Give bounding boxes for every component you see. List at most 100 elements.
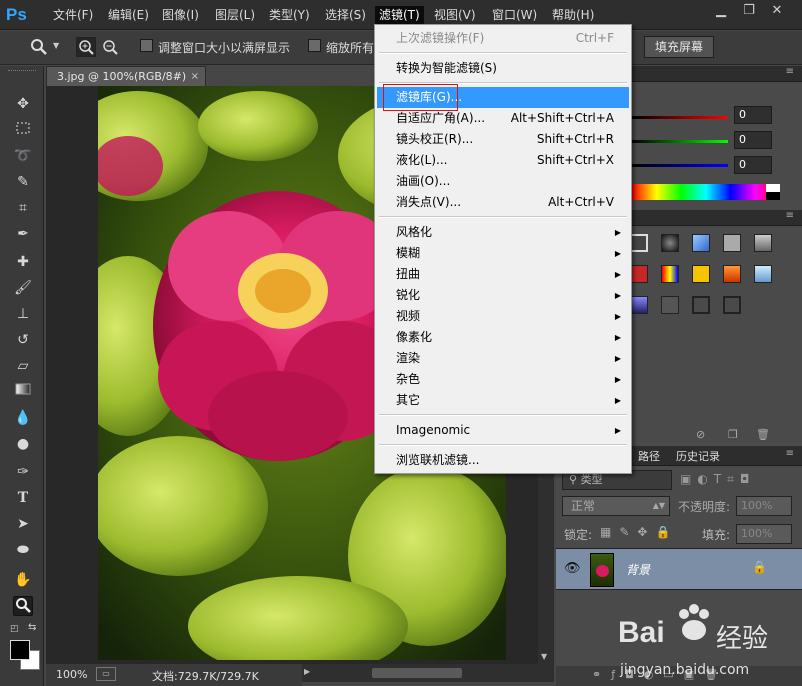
- move-tool-icon[interactable]: ✥: [13, 94, 33, 114]
- healing-brush-tool-icon[interactable]: ✚: [13, 252, 33, 272]
- layer-row-background[interactable]: 👁 背景 🔒: [556, 548, 802, 590]
- menu-file[interactable]: 文件(F): [49, 6, 97, 24]
- menu-image[interactable]: 图像(I): [158, 6, 203, 24]
- quick-selection-tool-icon[interactable]: ✎: [13, 172, 33, 192]
- tab-paths[interactable]: 路径: [638, 448, 660, 464]
- menu-item-liquify[interactable]: 液化(L)... Shift+Ctrl+X: [377, 150, 629, 171]
- color-spectrum-bar[interactable]: [632, 184, 780, 200]
- style-swatch[interactable]: [692, 296, 710, 314]
- menu-filter[interactable]: 滤镜(T): [375, 6, 424, 24]
- blue-value-field[interactable]: 0: [734, 156, 772, 174]
- zoom-all-checkbox[interactable]: [308, 39, 321, 52]
- scroll-thumb[interactable]: [372, 668, 462, 678]
- close-window-button[interactable]: ✕: [766, 2, 788, 20]
- menu-item-convert-smart-filter[interactable]: 转换为智能滤镜(S): [377, 58, 629, 79]
- green-value-field[interactable]: 0: [734, 131, 772, 149]
- style-swatch[interactable]: [723, 234, 741, 252]
- menu-layer[interactable]: 图层(L): [211, 6, 259, 24]
- blend-mode-select[interactable]: 正常 ▲▼: [562, 496, 670, 516]
- menu-type[interactable]: 类型(Y): [265, 6, 314, 24]
- menu-item-stylize[interactable]: 风格化 ▶: [377, 222, 629, 243]
- style-swatch[interactable]: [630, 234, 648, 252]
- panel-menu-icon[interactable]: ≡: [786, 66, 794, 77]
- zoom-out-icon[interactable]: [101, 38, 121, 58]
- scroll-right-icon[interactable]: ▶: [304, 667, 310, 676]
- styles-panel-menu-icon[interactable]: ≡: [786, 210, 794, 221]
- blue-slider[interactable]: [632, 164, 728, 167]
- clear-style-icon[interactable]: ⊘: [696, 428, 705, 441]
- minimize-button[interactable]: ▁: [710, 2, 732, 20]
- menu-item-distort[interactable]: 扭曲 ▶: [377, 264, 629, 285]
- style-swatch[interactable]: [630, 265, 648, 283]
- shape-tool-icon[interactable]: ⬬: [13, 540, 33, 560]
- menu-item-lens-correction[interactable]: 镜头校正(R)... Shift+Ctrl+R: [377, 129, 629, 150]
- blur-tool-icon[interactable]: 💧: [13, 408, 33, 428]
- menu-item-other[interactable]: 其它 ▶: [377, 390, 629, 411]
- menu-item-sharpen[interactable]: 锐化 ▶: [377, 285, 629, 306]
- foreground-color-swatch[interactable]: [10, 640, 30, 660]
- hand-tool-icon[interactable]: ✋: [13, 570, 33, 590]
- menu-view[interactable]: 视图(V): [430, 6, 480, 24]
- menu-item-video[interactable]: 视频 ▶: [377, 306, 629, 327]
- eyedropper-tool-icon[interactable]: ✒: [13, 224, 33, 244]
- zoom-level[interactable]: 100%: [56, 668, 87, 681]
- crop-tool-icon[interactable]: ⌗: [13, 198, 33, 218]
- default-colors-icon[interactable]: ◰: [10, 624, 19, 634]
- lock-icons[interactable]: ▦✎✥🔒: [600, 525, 678, 539]
- gradient-tool-icon[interactable]: [13, 382, 33, 402]
- style-swatch[interactable]: [661, 234, 679, 252]
- spectrum-black[interactable]: [766, 192, 780, 200]
- new-style-icon[interactable]: ❐: [728, 428, 738, 441]
- menu-item-noise[interactable]: 杂色 ▶: [377, 369, 629, 390]
- lasso-tool-icon[interactable]: ➰: [13, 146, 33, 166]
- marquee-tool-icon[interactable]: [13, 120, 33, 140]
- style-swatch[interactable]: [661, 265, 679, 283]
- menu-select[interactable]: 选择(S): [321, 6, 370, 24]
- tool-preset-chevron-icon[interactable]: ▼: [53, 41, 59, 50]
- status-export-icon[interactable]: ▭: [96, 667, 116, 681]
- opacity-field[interactable]: 100%: [736, 496, 792, 516]
- layer-filter-icons[interactable]: ▣◐T⌗◘: [680, 472, 755, 487]
- menu-item-render[interactable]: 渲染 ▶: [377, 348, 629, 369]
- brush-tool-icon[interactable]: 🖌: [13, 278, 33, 298]
- style-swatch[interactable]: [692, 265, 710, 283]
- fill-field[interactable]: 100%: [736, 524, 792, 544]
- restore-button[interactable]: ❐: [738, 2, 760, 20]
- dodge-tool-icon[interactable]: ●: [13, 434, 33, 454]
- style-swatch[interactable]: [754, 234, 772, 252]
- menu-help[interactable]: 帮助(H): [548, 6, 598, 24]
- red-slider[interactable]: [632, 116, 728, 119]
- style-swatch[interactable]: [692, 234, 710, 252]
- fill-screen-button[interactable]: 填充屏幕: [644, 36, 715, 58]
- menu-window[interactable]: 窗口(W): [488, 6, 541, 24]
- delete-style-icon[interactable]: 🗑: [756, 428, 770, 441]
- spectrum-white[interactable]: [766, 184, 780, 192]
- vertical-scrollbar[interactable]: ▼: [538, 468, 554, 664]
- style-swatch[interactable]: [723, 296, 741, 314]
- menu-item-vanishing-point[interactable]: 消失点(V)... Alt+Ctrl+V: [377, 192, 629, 213]
- menu-item-imagenomic[interactable]: Imagenomic ▶: [377, 420, 629, 441]
- layer-name[interactable]: 背景: [626, 561, 650, 578]
- zoom-in-icon[interactable]: [76, 37, 96, 57]
- path-selection-tool-icon[interactable]: ➤: [13, 514, 33, 534]
- visibility-eye-icon[interactable]: 👁: [564, 561, 581, 576]
- horizontal-scrollbar[interactable]: ▶: [300, 664, 554, 682]
- red-value-field[interactable]: 0: [734, 106, 772, 124]
- zoom-tool-selected-icon[interactable]: [13, 596, 33, 616]
- eraser-tool-icon[interactable]: ▱: [13, 356, 33, 376]
- layers-panel-menu-icon[interactable]: ≡: [786, 448, 794, 459]
- menu-item-pixelate[interactable]: 像素化 ▶: [377, 327, 629, 348]
- green-slider[interactable]: [632, 140, 728, 143]
- pen-tool-icon[interactable]: ✑: [13, 462, 33, 482]
- scroll-down-icon[interactable]: ▼: [541, 652, 547, 661]
- menu-item-blur[interactable]: 模糊 ▶: [377, 243, 629, 264]
- menu-item-oil-paint[interactable]: 油画(O)...: [377, 171, 629, 192]
- document-tab[interactable]: 3.jpg @ 100%(RGB/8#) ×: [46, 66, 206, 86]
- history-brush-tool-icon[interactable]: ↺: [13, 330, 33, 350]
- tab-history[interactable]: 历史记录: [676, 448, 720, 464]
- menu-item-browse-online-filters[interactable]: 浏览联机滤镜...: [377, 450, 629, 471]
- zoom-tool-icon[interactable]: [30, 38, 48, 56]
- style-swatch[interactable]: [754, 265, 772, 283]
- clone-stamp-tool-icon[interactable]: ⊥: [13, 304, 33, 324]
- style-swatch[interactable]: [661, 296, 679, 314]
